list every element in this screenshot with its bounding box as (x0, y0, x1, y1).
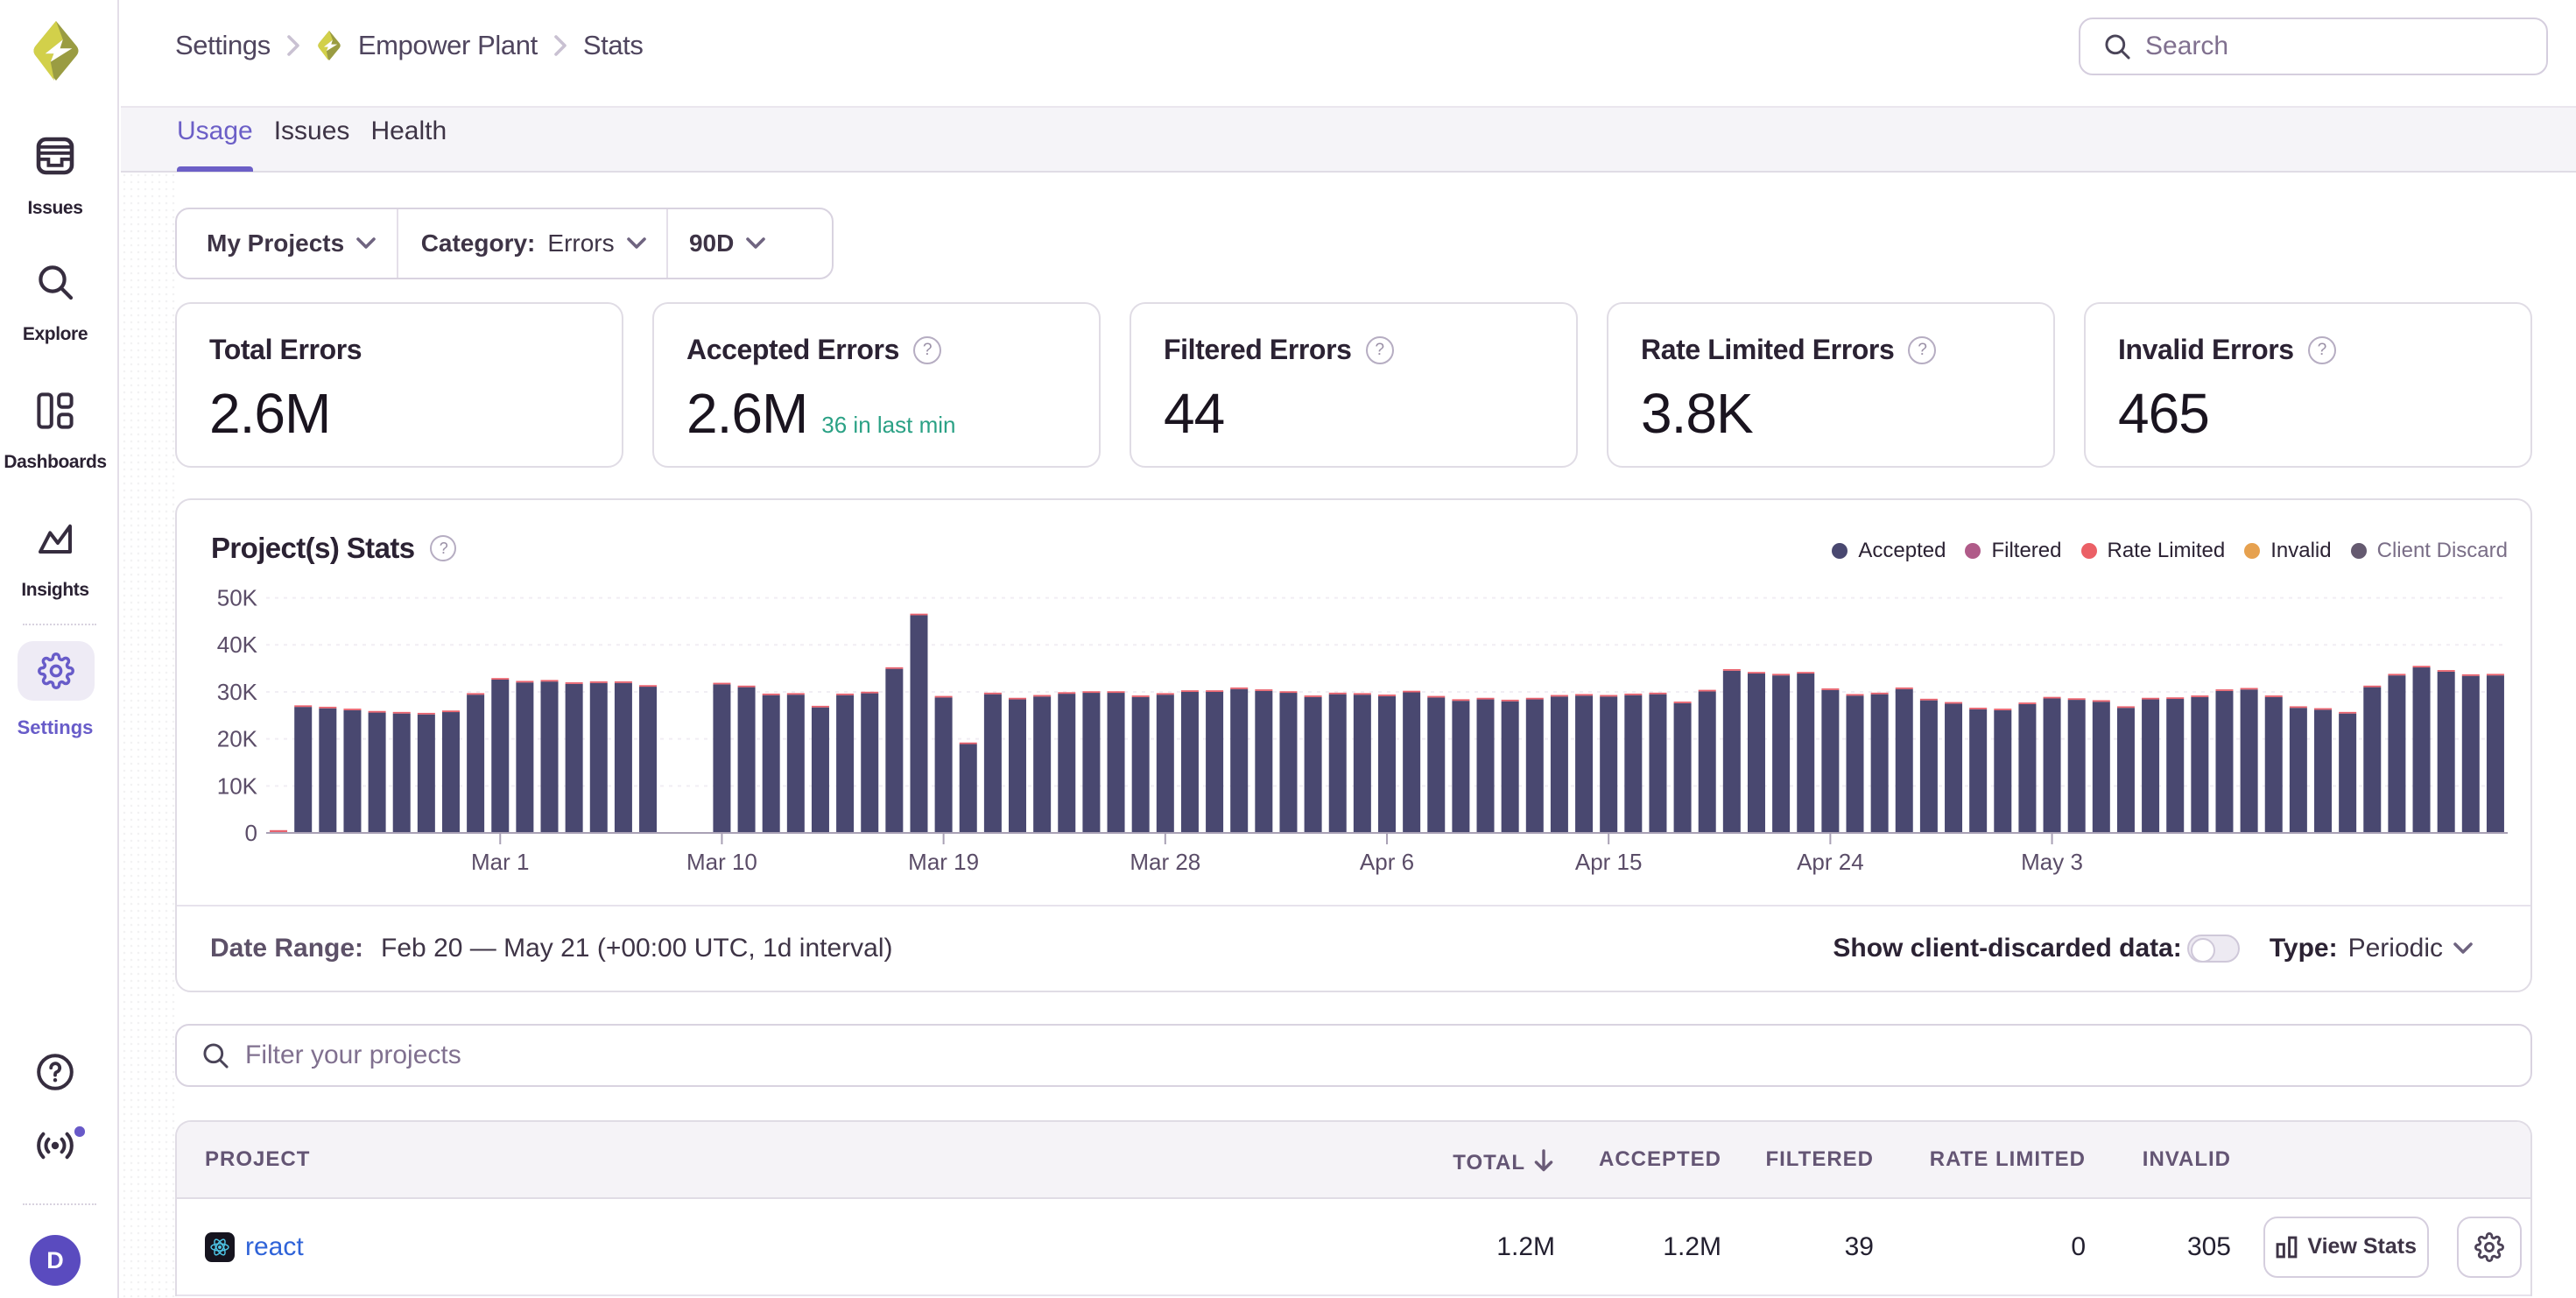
svg-text:Apr 24: Apr 24 (1797, 849, 1864, 875)
svg-text:Mar 1: Mar 1 (471, 849, 529, 875)
svg-text:40K: 40K (217, 631, 258, 658)
svg-text:Mar 10: Mar 10 (686, 849, 757, 875)
svg-text:Apr 15: Apr 15 (1575, 849, 1643, 875)
svg-text:Mar 19: Mar 19 (908, 849, 979, 875)
svg-text:20K: 20K (217, 726, 258, 752)
svg-text:May 3: May 3 (2021, 849, 2083, 875)
svg-text:10K: 10K (217, 772, 258, 799)
svg-text:Mar 28: Mar 28 (1130, 849, 1200, 875)
svg-text:50K: 50K (217, 585, 258, 611)
svg-text:0: 0 (245, 820, 257, 846)
svg-text:30K: 30K (217, 679, 258, 705)
svg-text:Apr 6: Apr 6 (1360, 849, 1414, 875)
